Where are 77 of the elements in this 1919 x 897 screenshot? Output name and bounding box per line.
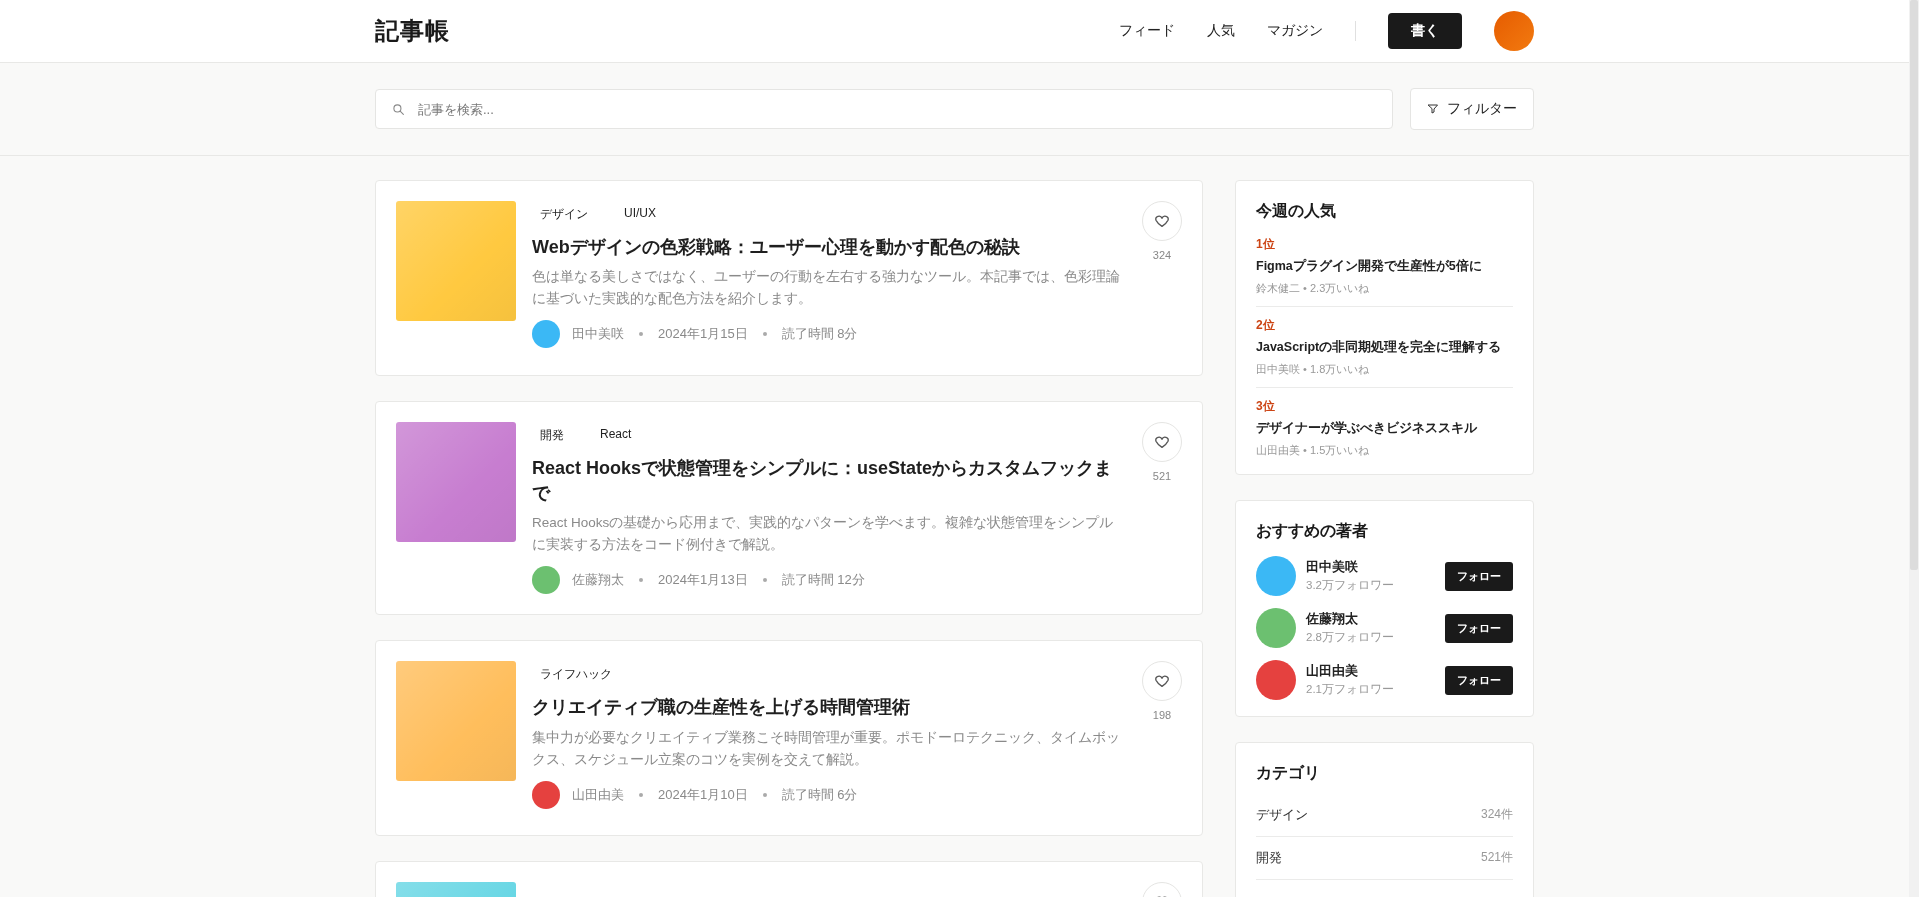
publish-date: 2024年1月13日 [658,571,748,590]
author-avatar[interactable] [1256,556,1296,596]
separator-dot [762,332,767,337]
follow-button[interactable]: フォロー [1445,561,1513,591]
follower-count: 2.1万フォロワー [1306,682,1395,697]
follower-count: 2.8万フォロワー [1306,630,1395,645]
article-title[interactable]: Webデザインの色彩戦略：ユーザー心理を動かす配色の秘訣 [532,235,1122,261]
publish-date: 2024年1月15日 [658,325,748,344]
heart-icon [1154,434,1170,450]
nav-link[interactable]: マガジン [1267,22,1323,40]
read-time: 読了時間 6分 [781,785,858,804]
article-excerpt: 色は単なる美しさではなく、ユーザーの行動を左右する強力なツール。本記事では、色彩理論に基づいた実践的な配色方法を紹介します。 [532,268,1121,309]
article-card[interactable]: デザイン UI/UX Webデザインの色彩戦略：ユーザー心理を動かす配色の秘訣 色は単なる美しさではなく、ユーザーの行動を左右する強力なツール。本記事では、色彩理論に基づいた実践的な配色方法を紹介します。 田中美咲 2024年1月15日 読了時間 8分 324 [375,180,1203,376]
panel-title: カテゴリ [1256,763,1321,783]
heart-icon [1154,673,1170,690]
article-excerpt: React Hooksの基礎から応用まで、実践的なパターンを学べます。複雑な状態管理をシンプルに実装する方法をコード例付きで解説。 [532,514,1115,555]
category-count: 521件 [1480,849,1513,866]
separator-dot [762,792,767,797]
like-count: 521 [1152,470,1172,482]
article-card[interactable]: 開発 React React Hooksで状態管理をシンプルに：useStateからカスタムフックまで React Hooksの基礎から応用まで、実践的なパターンを学べます。複雑な状態管理をシンプルに実装する方法をコード例付きで解説。 佐藤翔太 2024年1月13日 読了時間 12分 521 [375,401,1203,616]
tag[interactable]: 開発 [532,425,572,446]
author-name[interactable]: 田中美咲 [1306,559,1445,576]
popular-article-meta: 山田由美 • 1.5万いいね [1256,443,1371,458]
category-count: 324件 [1480,806,1513,823]
heart-icon [1154,213,1170,229]
category-link[interactable]: デザイン [1256,806,1308,824]
scrollbar[interactable] [1909,0,1919,897]
rank-label: 1位 [1256,236,1276,253]
like-button[interactable] [1142,661,1182,702]
like-count: 324 [1152,249,1172,261]
popular-article-title[interactable]: デザイナーが学ぶべきビジネススキル [1256,420,1513,437]
tag[interactable]: デザイン [532,204,596,225]
search-field[interactable]: 記事を検索... [375,89,1393,129]
separator-dot [639,792,643,797]
filter-button[interactable]: フィルター [1410,88,1534,130]
filter-icon [1427,103,1439,115]
publish-date: 2024年1月10日 [658,785,748,804]
article-title[interactable]: クリエイティブ職の生産性を上げる時間管理術 [532,695,1122,721]
author-name[interactable]: 山田由美 [572,785,624,804]
article-title[interactable]: React Hooksで状態管理をシンプルに：useStateからカスタムフックまで [532,456,1122,507]
follow-button[interactable]: フォロー [1445,665,1513,695]
nav-link[interactable]: フィード [1119,22,1175,40]
article-card[interactable]: ライフハック クリエイティブ職の生産性を上げる時間管理術 集中力が必要なクリエイティブ業務こそ時間管理が重要。ポモドーロテクニック、タイムボックス、スケジュール立案のコツを実例を交えて解説。 山田由美 2024年1月10日 読了時間 6分 198 [375,640,1203,837]
site-logo[interactable]: 記事帳 [375,15,450,47]
read-time: 読了時間 12分 [781,571,865,590]
separator-dot [639,578,643,583]
like-button[interactable] [1142,422,1182,462]
popular-article-meta: 田中美咲 • 1.8万いいね [1256,362,1371,377]
nav-link[interactable]: 人気 [1207,22,1235,40]
separator-dot [762,578,767,583]
author-name[interactable]: 山田由美 [1306,663,1445,680]
like-count: 198 [1152,709,1172,722]
like-button[interactable] [1142,201,1182,241]
search-icon [392,103,405,116]
tag[interactable]: UI/UX [616,204,664,225]
separator-dot [639,332,643,337]
read-time: 読了時間 8分 [781,325,858,344]
tag[interactable]: ライフハック [532,664,620,686]
follow-button[interactable]: フォロー [1445,613,1513,643]
tag[interactable]: React [592,425,640,446]
follower-count: 3.2万フォロワー [1306,578,1395,593]
popular-article-meta: 鈴木健二 • 2.3万いいね [1256,281,1371,296]
author-name[interactable]: 佐藤翔太 [572,571,624,590]
user-avatar[interactable] [1494,11,1534,51]
write-button[interactable]: 書く [1388,13,1462,49]
author-name[interactable]: 田中美咲 [572,325,624,344]
article-excerpt: 集中力が必要なクリエイティブ業務こそ時間管理が重要。ポモドーロテクニック、タイムボックス、スケジュール立案のコツを実例を交えて解説。 [532,728,1121,769]
category-link[interactable]: 開発 [1256,849,1282,867]
popular-article-title[interactable]: Figmaプラグイン開発で生産性が5倍に [1256,258,1513,275]
popular-article-title[interactable]: JavaScriptの非同期処理を完全に理解する [1256,339,1513,356]
author-avatar[interactable] [1256,660,1296,700]
panel-title: 今週の人気 [1256,201,1337,221]
author-name[interactable]: 佐藤翔太 [1306,611,1445,628]
panel-title: おすすめの著者 [1256,521,1369,541]
rank-label: 2位 [1256,317,1276,334]
rank-label: 3位 [1256,398,1276,415]
author-avatar[interactable] [1256,608,1296,648]
